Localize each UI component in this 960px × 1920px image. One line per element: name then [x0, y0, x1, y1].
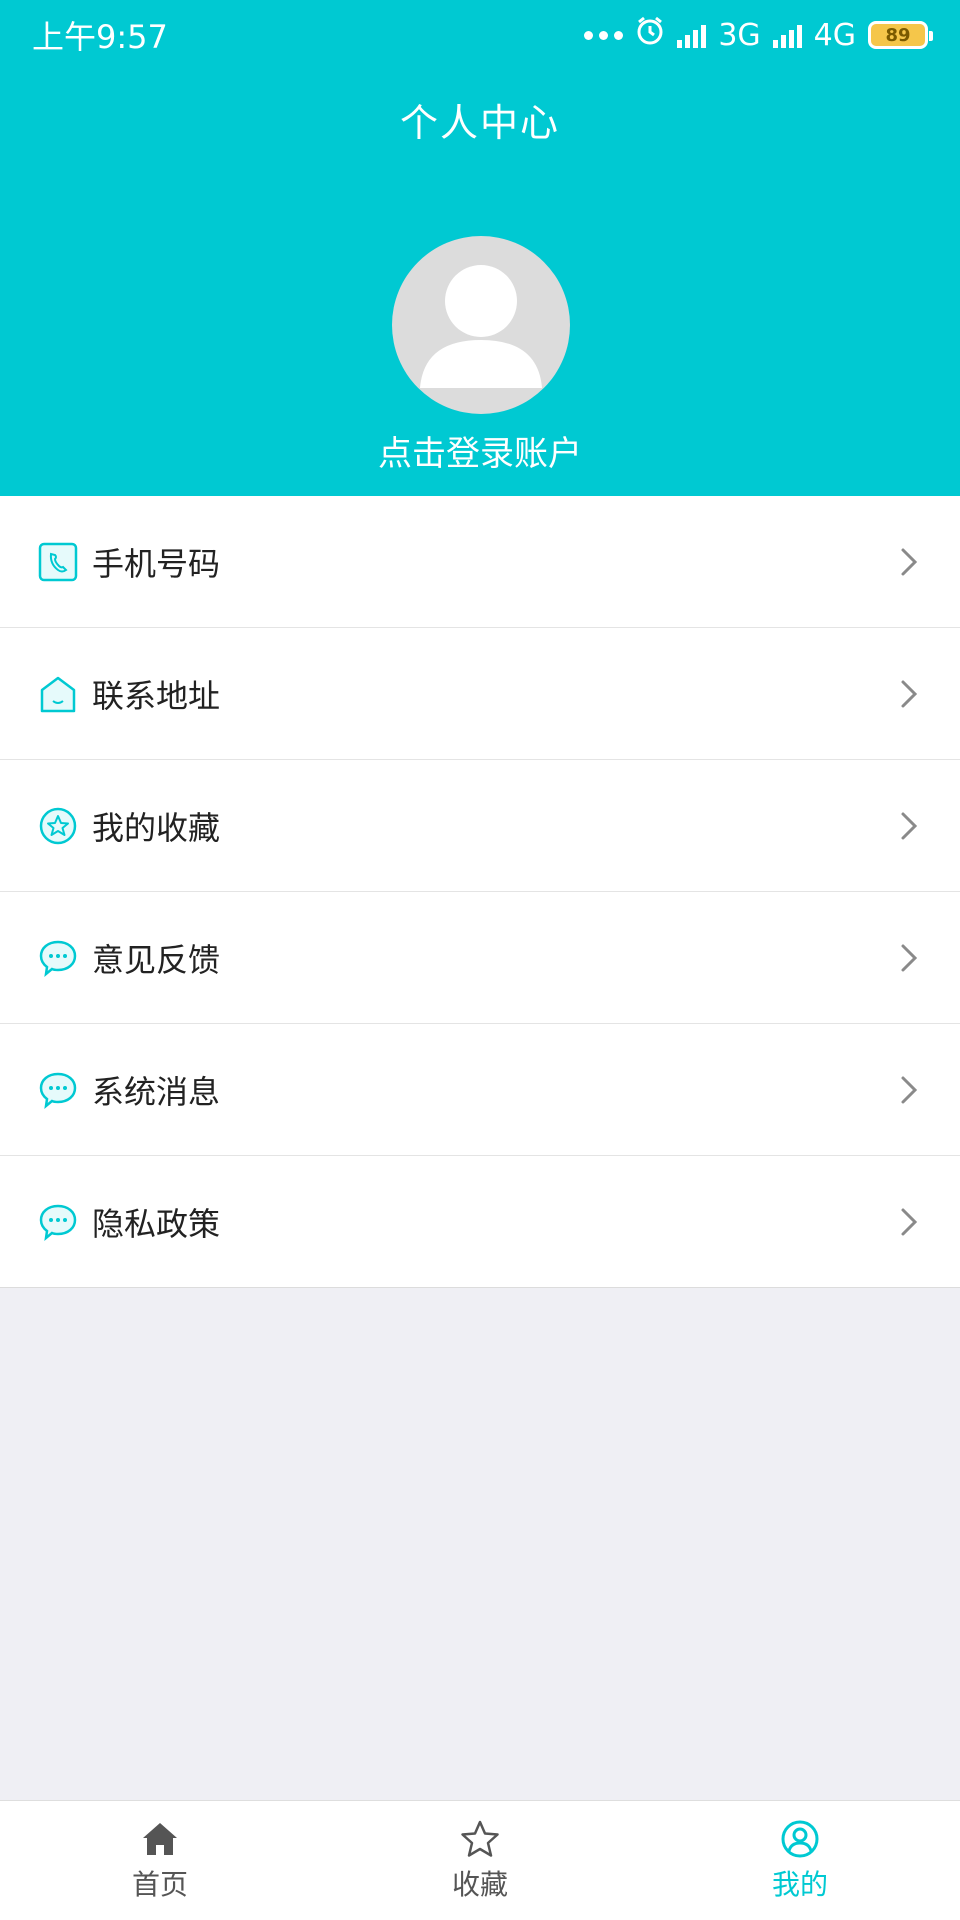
tab-favorites[interactable]: 收藏 [320, 1801, 640, 1920]
login-link[interactable]: 点击登录账户 [0, 426, 960, 475]
default-avatar-icon [420, 265, 542, 388]
chevron-right-icon [898, 678, 920, 710]
home-icon [140, 1819, 180, 1859]
menu-item-label: 我的收藏 [92, 808, 221, 847]
tab-label: 我的 [771, 1867, 828, 1901]
network-3g: 3G [718, 17, 761, 53]
signal-icon-2 [772, 22, 802, 48]
chat-bubble-icon [38, 938, 78, 978]
menu-item-label: 系统消息 [92, 1072, 221, 1111]
chevron-right-icon [898, 546, 920, 578]
status-time: 上午9:57 [32, 18, 168, 56]
page-title: 个人中心 [399, 101, 560, 145]
menu-item-label: 隐私政策 [92, 1204, 221, 1243]
menu-item-phone[interactable]: 手机号码 [0, 496, 960, 628]
bottom-tab-bar: 首页 收藏 我的 [0, 1800, 960, 1920]
menu-item-label: 手机号码 [92, 544, 221, 583]
chevron-right-icon [898, 810, 920, 842]
chat-bubble-icon [38, 1070, 78, 1110]
menu-item-privacy[interactable]: 隐私政策 [0, 1156, 960, 1288]
menu-item-feedback[interactable]: 意见反馈 [0, 892, 960, 1024]
star-badge-icon [38, 806, 78, 846]
chevron-right-icon [898, 1206, 920, 1238]
status-bar: 上午9:57 3G 4G 89 [0, 0, 960, 70]
chat-bubble-icon [38, 1202, 78, 1242]
star-outline-icon [460, 1819, 500, 1859]
signal-icon [677, 22, 707, 48]
phone-icon [38, 542, 78, 582]
menu-item-label: 意见反馈 [92, 940, 221, 979]
menu-item-messages[interactable]: 系统消息 [0, 1024, 960, 1156]
user-icon [780, 1819, 820, 1859]
house-icon [38, 674, 78, 714]
chevron-right-icon [898, 942, 920, 974]
menu-item-favorites[interactable]: 我的收藏 [0, 760, 960, 892]
menu-item-address[interactable]: 联系地址 [0, 628, 960, 760]
alarm-icon [635, 16, 665, 54]
battery-icon: 89 [868, 21, 933, 49]
tab-label: 收藏 [451, 1867, 508, 1901]
network-4g: 4G [813, 17, 856, 53]
avatar[interactable] [392, 236, 570, 414]
menu-list: 手机号码 联系地址 我的收藏 意见反馈 系统消息 隐私政策 [0, 496, 960, 1288]
tab-label: 首页 [131, 1867, 188, 1901]
more-dots-icon [584, 30, 624, 40]
chevron-right-icon [898, 1074, 920, 1106]
battery-level: 89 [885, 24, 911, 46]
tab-home[interactable]: 首页 [0, 1801, 320, 1920]
menu-item-label: 联系地址 [92, 676, 221, 715]
profile-header: 上午9:57 3G 4G 89 个人中心 点击登录账户 [0, 0, 960, 496]
status-indicators: 3G 4G 89 [584, 16, 933, 54]
tab-profile[interactable]: 我的 [640, 1801, 960, 1920]
